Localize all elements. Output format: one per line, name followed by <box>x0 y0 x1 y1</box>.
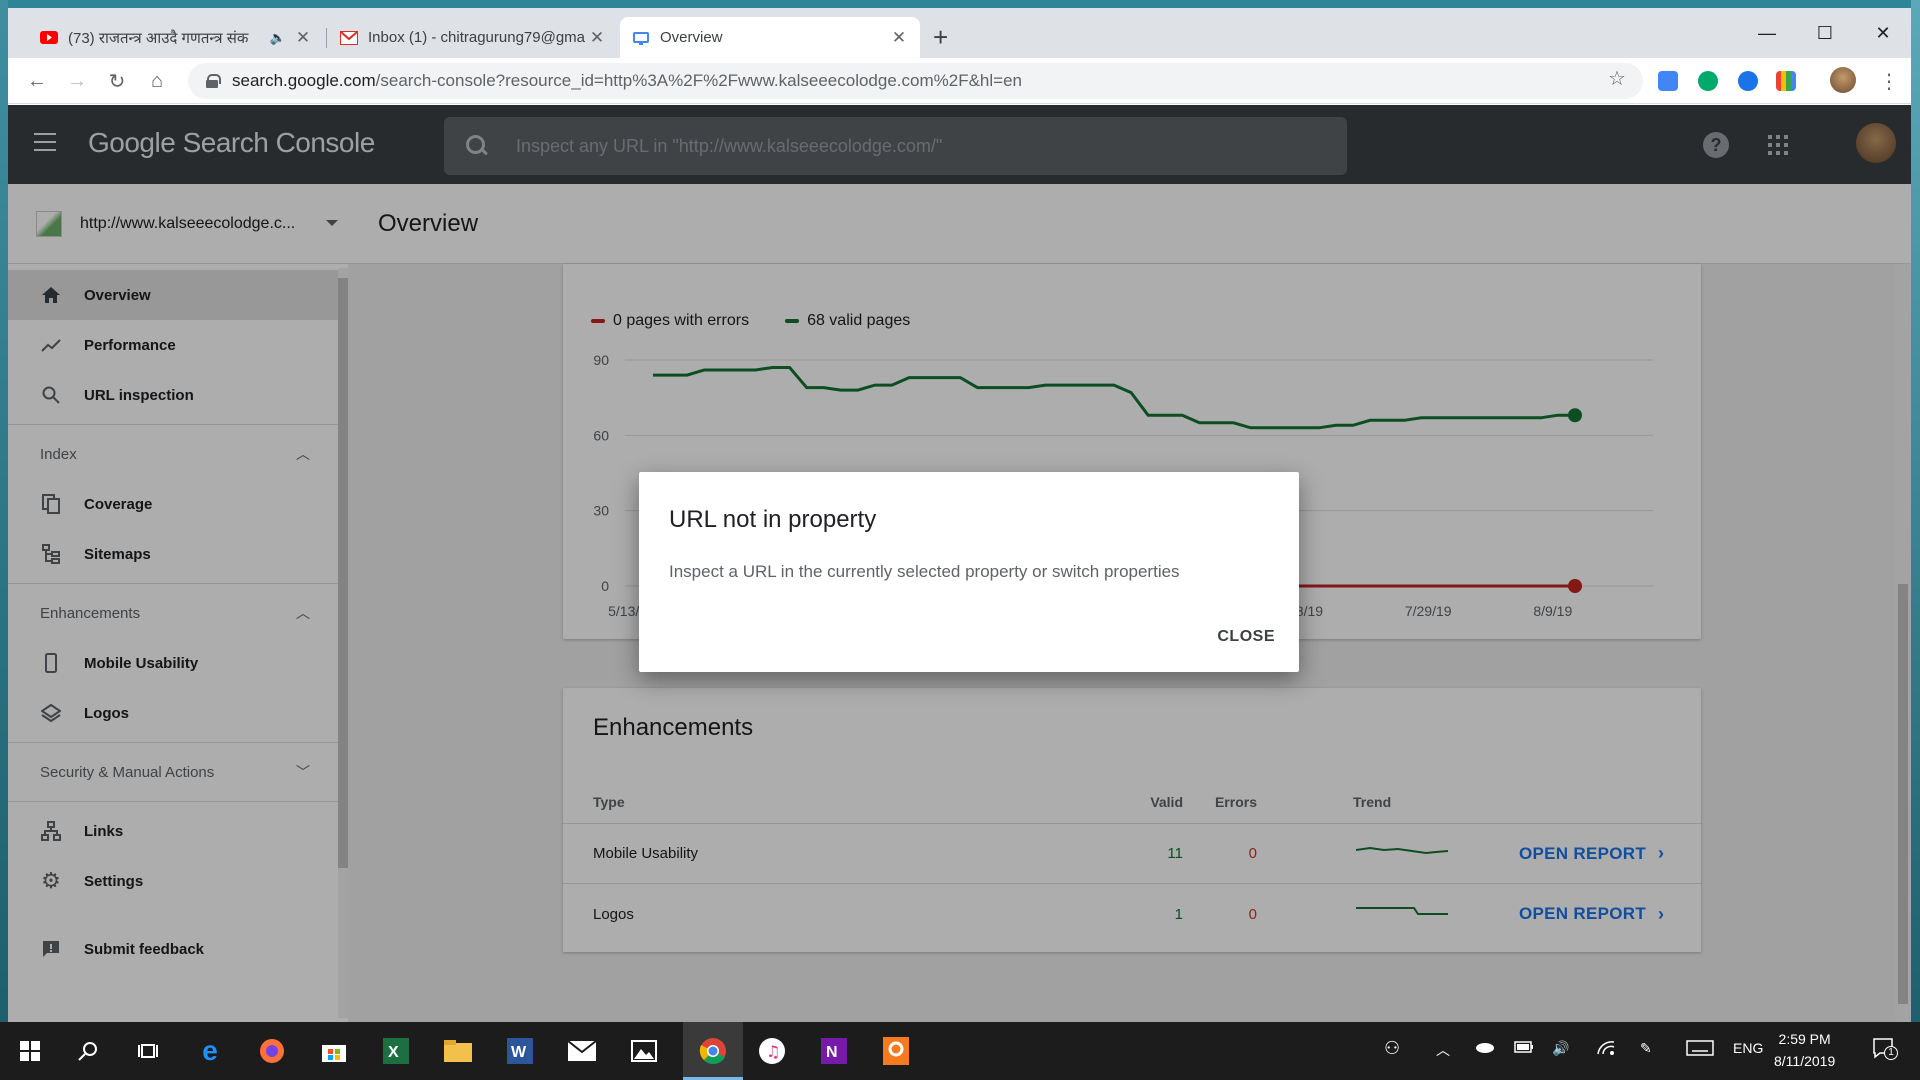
windows-taskbar: e X W ♫ N ⚇ ︿ 🔊 ✎ ENG 2:59 PM 8/11/2019 … <box>0 1022 1920 1080</box>
desktop-edge-left <box>0 0 8 1022</box>
dialog-title: URL not in property <box>669 506 877 533</box>
svg-text:X: X <box>388 1044 399 1061</box>
dialog-body: Inspect a URL in the currently selected … <box>669 562 1180 581</box>
onenote-icon[interactable]: N <box>814 1031 854 1071</box>
notifications-icon[interactable]: 1 <box>1872 1036 1898 1063</box>
mail-icon[interactable] <box>562 1031 602 1071</box>
language-indicator[interactable]: ENG <box>1733 1040 1763 1056</box>
tab-title: (73) राजतन्त्र आउदै गणतन्त्र संक <box>68 29 249 47</box>
people-icon[interactable]: ⚇ <box>1384 1038 1400 1059</box>
forward-icon[interactable]: → <box>62 66 92 96</box>
excel-icon[interactable]: X <box>376 1031 416 1071</box>
itunes-icon[interactable]: ♫ <box>752 1031 792 1071</box>
url-not-in-property-dialog: URL not in property Inspect a URL in the… <box>639 472 1299 672</box>
extension-icon[interactable] <box>1658 71 1678 91</box>
url-host: search.google.com <box>232 71 376 90</box>
new-tab-icon[interactable]: + <box>933 24 948 50</box>
youtube-icon <box>40 29 58 47</box>
windows-start-icon[interactable] <box>10 1031 50 1071</box>
store-icon[interactable] <box>314 1031 354 1071</box>
chrome-icon[interactable] <box>693 1031 733 1071</box>
chevron-up-icon[interactable]: ︿ <box>1436 1040 1450 1060</box>
desktop-edge-right <box>1911 0 1920 1022</box>
muted-speaker-icon[interactable]: 🔈 <box>270 30 286 46</box>
battery-icon[interactable] <box>1514 1040 1534 1056</box>
gmail-icon <box>340 29 358 47</box>
search-console-icon <box>632 29 650 47</box>
file-explorer-icon[interactable] <box>438 1031 478 1071</box>
photos-icon[interactable] <box>624 1031 664 1071</box>
task-view-icon[interactable] <box>128 1031 168 1071</box>
pdf-app-icon[interactable] <box>876 1031 916 1071</box>
search-icon[interactable] <box>68 1031 108 1071</box>
svg-text:♫: ♫ <box>766 1042 780 1061</box>
close-tab-icon[interactable]: ✕ <box>890 28 908 48</box>
url-path: /search-console?resource_id=http%3A%2F%2… <box>375 71 1022 90</box>
browser-toolbar: ← → ↻ ⌂ search.google.com/search-console… <box>8 58 1911 104</box>
address-bar[interactable]: search.google.com/search-console?resourc… <box>188 63 1643 99</box>
keyboard-icon[interactable] <box>1686 1040 1714 1059</box>
clock-time: 2:59 PM <box>1778 1031 1831 1047</box>
extension-icon[interactable] <box>1776 71 1796 91</box>
browser-window: (73) राजतन्त्र आउदै गणतन्त्र संक 🔈 ✕ Inb… <box>8 8 1911 1022</box>
tripadvisor-extension-icon[interactable] <box>1698 71 1718 91</box>
back-icon[interactable]: ← <box>22 66 52 96</box>
svg-text:N: N <box>826 1044 838 1061</box>
bookmark-star-icon[interactable]: ☆ <box>1608 66 1626 91</box>
notification-count: 1 <box>1884 1046 1898 1060</box>
maximize-icon[interactable]: ☐ <box>1796 16 1854 50</box>
close-tab-icon[interactable]: ✕ <box>588 28 606 48</box>
menu-dots-icon[interactable]: ⋮ <box>1874 66 1904 96</box>
reload-icon[interactable]: ↻ <box>102 66 132 96</box>
edge-icon[interactable]: e <box>190 1031 230 1071</box>
tab-strip: (73) राजतन्त्र आउदै गणतन्त्र संक 🔈 ✕ Inb… <box>8 8 1911 58</box>
lock-icon <box>206 74 221 88</box>
profile-avatar[interactable] <box>1830 67 1856 93</box>
close-tab-icon[interactable]: ✕ <box>294 28 312 48</box>
tab-youtube[interactable]: (73) राजतन्त्र आउदै गणतन्त्र संक 🔈 ✕ <box>28 17 324 58</box>
extension-icon[interactable] <box>1738 71 1758 91</box>
wifi-icon[interactable] <box>1596 1040 1616 1059</box>
desktop-background <box>0 0 1920 8</box>
tab-overview[interactable]: Overview ✕ <box>620 17 920 58</box>
home-icon[interactable]: ⌂ <box>142 66 172 96</box>
volume-icon[interactable]: 🔊 <box>1552 1040 1569 1057</box>
dialog-close-button[interactable]: CLOSE <box>1217 628 1275 646</box>
tab-title: Inbox (1) - chitragurung79@gma <box>368 29 586 46</box>
firefox-icon[interactable] <box>252 1031 292 1071</box>
tab-title: Overview <box>660 29 723 46</box>
taskbar-clock[interactable]: 2:59 PM 8/11/2019 <box>1774 1028 1835 1072</box>
svg-text:W: W <box>511 1044 527 1061</box>
onedrive-icon[interactable] <box>1474 1040 1494 1056</box>
word-icon[interactable]: W <box>500 1031 540 1071</box>
tab-separator <box>326 28 327 48</box>
clock-date: 8/11/2019 <box>1774 1053 1836 1069</box>
pen-icon[interactable]: ✎ <box>1640 1040 1652 1057</box>
minimize-icon[interactable]: — <box>1738 16 1796 50</box>
tab-gmail[interactable]: Inbox (1) - chitragurung79@gma ✕ <box>328 17 618 58</box>
close-window-icon[interactable]: ✕ <box>1854 16 1912 50</box>
